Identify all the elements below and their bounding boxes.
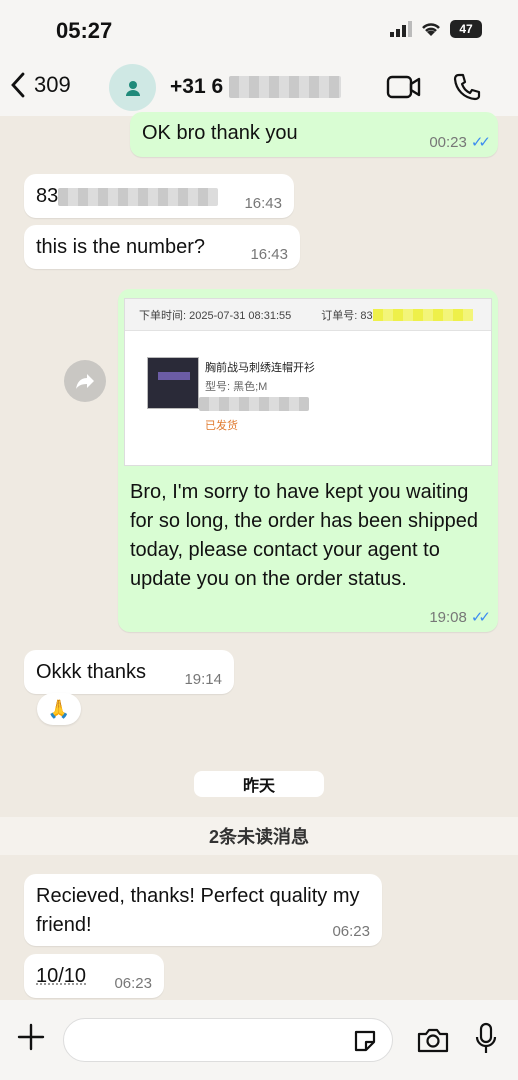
redacted-order-number <box>372 308 473 321</box>
message-time: 19:08 <box>429 608 467 626</box>
message-bubble-incoming[interactable]: Okkk thanks 19:14 <box>24 650 234 694</box>
back-button[interactable]: 309 <box>10 72 71 98</box>
status-bar: 05:27 47 <box>0 0 518 60</box>
redacted-number <box>58 187 219 206</box>
redacted-product-info <box>199 397 309 411</box>
message-time: 00:23 <box>429 133 467 151</box>
chevron-left-icon <box>11 72 25 98</box>
message-meta: 00:23 ✓✓ <box>429 133 491 152</box>
reaction-badge[interactable]: 🙏 <box>37 693 81 725</box>
product-spec: 型号: 黑色;M <box>205 381 268 393</box>
video-call-icon[interactable] <box>386 74 422 100</box>
read-ticks-icon: ✓✓ <box>470 134 491 151</box>
message-meta: 19:14 <box>184 671 222 688</box>
message-time: 06:23 <box>114 975 152 992</box>
message-text: Bro, I'm sorry to have kept you waiting … <box>130 481 479 590</box>
contact-number: +31 6 <box>170 75 224 98</box>
wifi-icon <box>422 23 440 36</box>
forward-button[interactable] <box>64 360 106 402</box>
message-time: 16:43 <box>244 195 282 212</box>
message-meta: 16:43 <box>244 195 282 212</box>
date-divider: 昨天 <box>194 771 324 797</box>
message-input[interactable] <box>63 1018 393 1062</box>
pray-emoji-icon: 🙏 <box>47 698 71 719</box>
signal-icon <box>390 21 412 37</box>
person-icon <box>125 80 140 96</box>
microphone-icon[interactable] <box>474 1022 498 1056</box>
message-bubble-incoming[interactable]: 83 16:43 <box>24 174 294 218</box>
plus-icon[interactable] <box>16 1022 46 1052</box>
sticker-icon[interactable] <box>352 1028 378 1054</box>
status-time: 05:27 <box>56 18 113 43</box>
message-time: 06:23 <box>332 923 370 940</box>
status-icons: 47 <box>390 20 482 38</box>
avatar[interactable] <box>109 64 156 111</box>
battery-icon: 47 <box>450 20 482 38</box>
message-bubble-incoming[interactable]: 10/10 06:23 <box>24 954 164 998</box>
message-text: Recieved, thanks! Perfect quality my fri… <box>36 885 360 936</box>
order-header: 下单时间: 2025-07-31 08:31:55 订单号: 83 <box>125 299 491 331</box>
message-bubble-incoming[interactable]: Recieved, thanks! Perfect quality my fri… <box>24 874 382 946</box>
unread-messages-divider: 2条未读消息 <box>0 817 518 855</box>
message-meta: 19:08 ✓✓ <box>429 608 491 627</box>
order-number-label: 订单号: 83 <box>321 309 373 322</box>
message-bubble-outgoing[interactable]: OK bro thank you 00:23 ✓✓ <box>130 112 498 157</box>
message-composer <box>0 1000 518 1080</box>
chat-header: 309 +31 6 <box>0 60 518 116</box>
product-thumbnail <box>147 357 199 409</box>
camera-icon[interactable] <box>416 1026 450 1054</box>
shipping-status: 已发货 <box>205 420 238 432</box>
redacted-number <box>228 76 341 99</box>
unread-chats-count: 309 <box>34 72 71 97</box>
message-time: 16:43 <box>250 246 288 263</box>
message-meta: 06:23 <box>332 923 370 940</box>
order-screenshot-image[interactable]: 下单时间: 2025-07-31 08:31:55 订单号: 83 胸前战马刺绣… <box>124 298 492 466</box>
product-title: 胸前战马刺绣连帽开衫 <box>205 362 315 374</box>
contact-name[interactable]: +31 6 <box>170 75 341 99</box>
phone-call-icon[interactable] <box>452 72 482 102</box>
message-bubble-incoming[interactable]: this is the number? 16:43 <box>24 225 300 269</box>
message-meta: 16:43 <box>250 246 288 263</box>
forward-arrow-icon <box>76 374 94 389</box>
read-ticks-icon: ✓✓ <box>470 609 491 626</box>
order-time: 下单时间: 2025-07-31 08:31:55 <box>139 309 292 322</box>
message-time: 19:14 <box>184 671 222 688</box>
message-meta: 06:23 <box>114 975 152 992</box>
